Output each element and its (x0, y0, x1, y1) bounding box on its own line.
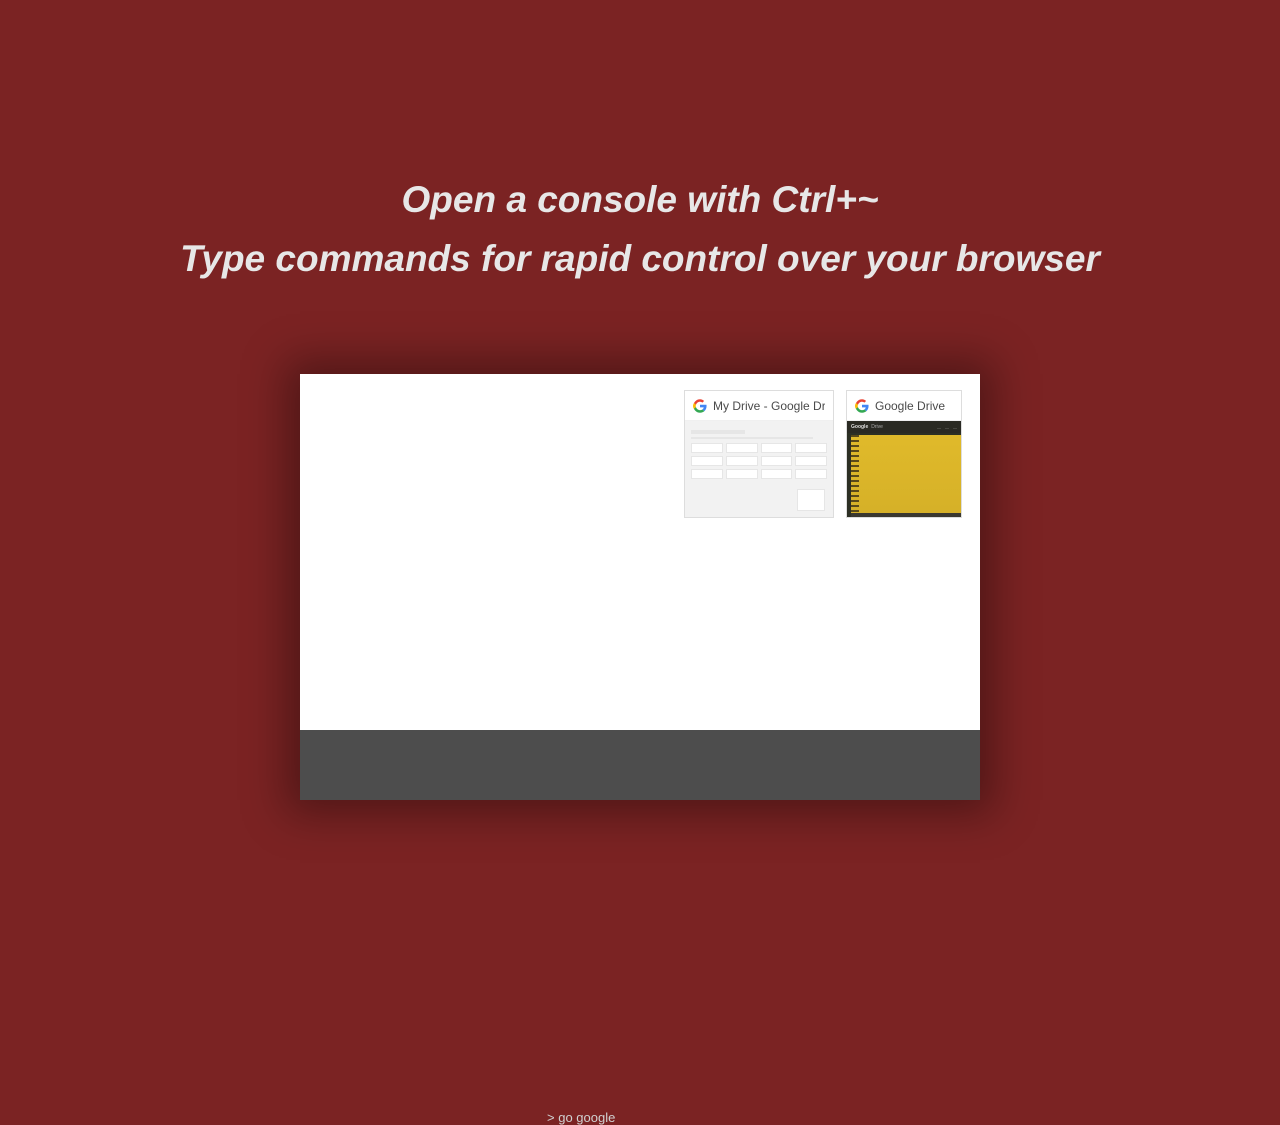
console-prompt-line[interactable]: > go google (547, 1110, 615, 1125)
headline-text: Open a console with Ctrl+~ Type commands… (0, 170, 1280, 288)
tab-thumbnails: My Drive - Google Driv (684, 390, 962, 518)
google-g-icon (855, 399, 869, 413)
google-g-icon (693, 399, 707, 413)
browser-window: My Drive - Google Driv (300, 374, 980, 800)
console-prompt-symbol: > (547, 1110, 555, 1125)
thumbnail-preview-drive-landing: Google Drive ——— (847, 421, 961, 517)
headline-line-1: Open a console with Ctrl+~ (0, 170, 1280, 229)
browser-content-area: My Drive - Google Driv (300, 374, 980, 730)
thumbnail-header: My Drive - Google Driv (685, 391, 833, 421)
console-bar[interactable]: > go google (300, 730, 980, 800)
preview-product-text: Drive (871, 424, 883, 430)
preview-nav: ——— (937, 425, 957, 430)
thumbnail-title: Google Drive (875, 399, 945, 413)
headline-line-2: Type commands for rapid control over you… (0, 229, 1280, 288)
preview-logo-text: Google (851, 424, 868, 430)
console-command-text: go google (558, 1110, 615, 1125)
thumbnail-header: Google Drive (847, 391, 961, 421)
thumbnail-preview-drive-ui (685, 421, 833, 517)
thumbnail-title: My Drive - Google Driv (713, 399, 825, 413)
preview-hero-image (851, 435, 961, 517)
tab-thumbnail-google-drive[interactable]: Google Drive Google Drive ——— (846, 390, 962, 518)
tab-thumbnail-my-drive[interactable]: My Drive - Google Driv (684, 390, 834, 518)
preview-topbar: Google Drive ——— (847, 421, 961, 433)
